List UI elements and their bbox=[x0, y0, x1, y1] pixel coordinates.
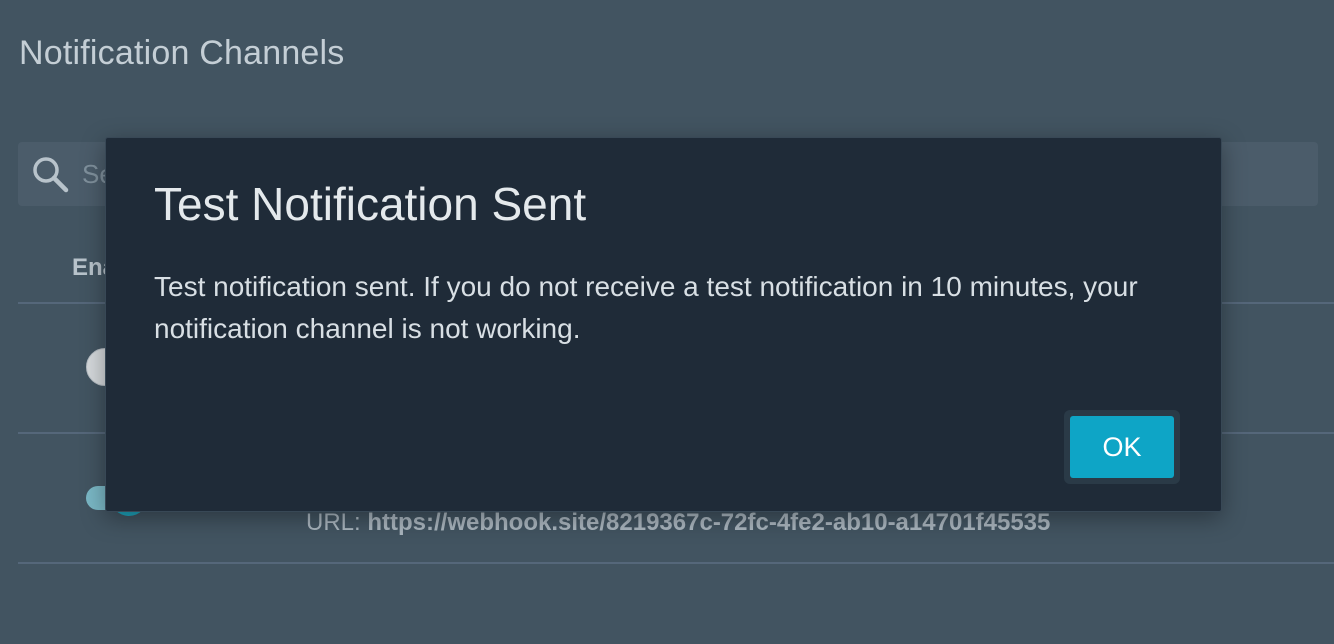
page-title: Notification Channels bbox=[19, 34, 345, 72]
dialog-title: Test Notification Sent bbox=[154, 178, 587, 230]
url-value: https://webhook.site/8219367c-72fc-4fe2-… bbox=[367, 509, 1051, 536]
row-divider bbox=[18, 562, 1334, 564]
url-label: URL: bbox=[306, 509, 361, 536]
test-notification-dialog: Test Notification Sent Test notification… bbox=[105, 137, 1222, 512]
ok-button-focus-ring: OK bbox=[1064, 410, 1180, 484]
channel-url: URL: https://webhook.site/8219367c-72fc-… bbox=[306, 508, 1050, 538]
search-icon bbox=[33, 157, 69, 193]
ok-button[interactable]: OK bbox=[1070, 416, 1174, 478]
dialog-message: Test notification sent. If you do not re… bbox=[154, 271, 1138, 344]
